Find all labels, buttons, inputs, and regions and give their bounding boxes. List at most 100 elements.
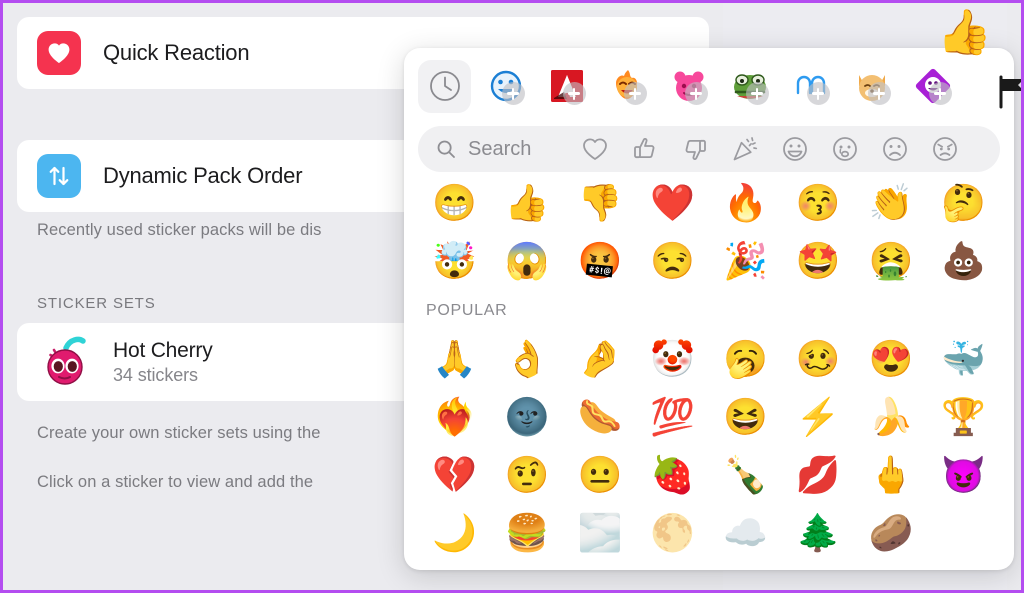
- pack-tab-recents[interactable]: [418, 59, 471, 113]
- popular-emoji-grid[interactable]: 🙏 👌 🤌 🤡 🥱 🥴 😍 🐳 ❤️‍🔥 🌚 🌭 💯 😆 ⚡ 🍌 🏆 💔 🤨 😐 🍓 🍾 💋 🖕 😈 🌙 🍔 🌫️ 🌕 ☁️ 🌲 🥔: [404, 330, 1014, 562]
- search-input[interactable]: [468, 137, 570, 161]
- create-sticker-sets-hint: Create your own sticker sets using the: [37, 424, 321, 442]
- emoji-cell[interactable]: 🤔: [927, 174, 1000, 232]
- recent-emoji-grid[interactable]: 😁 👍 👎 ❤️ 🔥 😚 👏 🤔 🤯 😱 🤬 😒 🎉 🤩 🤮 💩: [404, 174, 1014, 290]
- emoji-cell[interactable]: 🖕: [855, 446, 928, 504]
- emoji-cell[interactable]: 🌚: [491, 388, 564, 446]
- emoji-cell[interactable]: 🙏: [418, 330, 491, 388]
- blue-arch-pack-icon: [791, 66, 831, 106]
- emoji-cell[interactable]: ☁️: [709, 504, 782, 562]
- emoji-picker-popover: 😁👍👎❤️🔥😚👏🤔 🤯😱🤬😒🎉🤩🤮💩 POPULAR 🙏👌🤌🤡🥱🥴😍🐳 ❤️‍🔥🌚🌭…: [404, 48, 1014, 570]
- quick-reaction-grinning-outline-icon[interactable]: [770, 129, 820, 169]
- pack-tab-fire-face[interactable]: [601, 60, 654, 113]
- quick-reaction-thumbs-up-outline-icon[interactable]: [620, 129, 670, 169]
- pink-bear-pack-icon: [669, 66, 709, 106]
- section-title-sticker-sets: STICKER SETS: [37, 295, 156, 312]
- emoji-cell[interactable]: 🌲: [782, 504, 855, 562]
- emoji-cell[interactable]: 🤡: [636, 330, 709, 388]
- purple-diamond-pack-icon: [913, 66, 953, 106]
- flag-icon: [999, 75, 1021, 115]
- add-pack-badge[interactable]: [501, 82, 525, 105]
- emoji-cell[interactable]: 🍓: [636, 446, 709, 504]
- emoji-cell[interactable]: 😐: [564, 446, 637, 504]
- green-frog-pack-icon: [730, 66, 770, 106]
- click-sticker-hint: Click on a sticker to view and add the: [37, 473, 314, 491]
- add-pack-badge[interactable]: [684, 82, 708, 105]
- emoji-cell[interactable]: ❤️: [636, 174, 709, 232]
- sort-arrows-icon: [37, 154, 81, 198]
- pack-tab-purple-diamond[interactable]: [906, 60, 959, 113]
- quick-reaction-frowning-outline-icon[interactable]: [870, 129, 920, 169]
- emoji-cell[interactable]: 😁: [418, 174, 491, 232]
- emoji-cell[interactable]: 👌: [491, 330, 564, 388]
- emoji-cell[interactable]: 🤯: [418, 232, 491, 290]
- pack-tab-shiba[interactable]: [845, 60, 898, 113]
- emoji-cell[interactable]: 🐳: [927, 330, 1000, 388]
- emoji-section-header-popular: POPULAR: [426, 302, 508, 319]
- add-pack-badge[interactable]: [562, 82, 586, 105]
- emoji-cell[interactable]: 🌫️: [564, 504, 637, 562]
- emoji-cell[interactable]: 🏆: [927, 388, 1000, 446]
- quick-reaction-angry-outline-icon[interactable]: [920, 129, 970, 169]
- pack-tab-pink-bear[interactable]: [662, 60, 715, 113]
- emoji-cell[interactable]: ❤️‍🔥: [418, 388, 491, 446]
- emoji-cell[interactable]: ⚡: [782, 388, 855, 446]
- emoji-cell[interactable]: 🍌: [855, 388, 928, 446]
- emoji-cell[interactable]: 🎉: [709, 232, 782, 290]
- cherry-sticker-icon: [37, 333, 95, 391]
- emoji-cell[interactable]: 😆: [709, 388, 782, 446]
- setting-label-dynamic-pack-order: Dynamic Pack Order: [103, 163, 303, 188]
- setting-label-quick-reaction: Quick Reaction: [103, 40, 250, 65]
- emoji-cell[interactable]: 😒: [636, 232, 709, 290]
- emoji-cell[interactable]: 🥱: [709, 330, 782, 388]
- emoji-cell[interactable]: 💯: [636, 388, 709, 446]
- emoji-cell[interactable]: 🤬: [564, 232, 637, 290]
- sticker-set-count: 34 stickers: [113, 364, 198, 385]
- sticker-pack-tab-bar[interactable]: [404, 48, 1014, 124]
- emoji-cell[interactable]: 🌕: [636, 504, 709, 562]
- add-pack-badge[interactable]: [867, 82, 891, 105]
- emoji-cell[interactable]: 🌙: [418, 504, 491, 562]
- emoji-cell[interactable]: 🥴: [782, 330, 855, 388]
- dynamic-pack-order-hint: Recently used sticker packs will be dis: [37, 221, 322, 239]
- add-pack-badge[interactable]: [928, 82, 952, 105]
- emoji-scroll-area[interactable]: 😁 👍 👎 ❤️ 🔥 😚 👏 🤔 🤯 😱 🤬 😒 🎉 🤩 🤮 💩 POPULAR 🙏 👌 🤌 🤡 🥱 🥴 😍 🐳 ❤️‍🔥 🌚 🌭…: [404, 174, 1014, 570]
- emoji-cell[interactable]: 🔥: [709, 174, 782, 232]
- add-pack-badge[interactable]: [623, 82, 647, 105]
- emoji-cell[interactable]: 🍾: [709, 446, 782, 504]
- add-pack-badge[interactable]: [806, 82, 830, 105]
- emoji-cell[interactable]: 👏: [855, 174, 928, 232]
- emoji-cell[interactable]: 🤩: [782, 232, 855, 290]
- emoji-cell[interactable]: 🥔: [855, 504, 928, 562]
- emoji-cell[interactable]: 💋: [782, 446, 855, 504]
- emoji-cell[interactable]: 🌭: [564, 388, 637, 446]
- pack-tab-blue-smile[interactable]: [479, 60, 532, 113]
- emoji-cell[interactable]: 😈: [927, 446, 1000, 504]
- add-pack-badge[interactable]: [745, 82, 769, 105]
- quick-reaction-crying-outline-icon[interactable]: [820, 129, 870, 169]
- quick-reaction-heart-outline-icon[interactable]: [570, 129, 620, 169]
- emoji-cell[interactable]: 😱: [491, 232, 564, 290]
- emoji-cell[interactable]: 😍: [855, 330, 928, 388]
- emoji-cell[interactable]: 🤮: [855, 232, 928, 290]
- emoji-cell[interactable]: 👎: [564, 174, 637, 232]
- emoji-cell[interactable]: 🍔: [491, 504, 564, 562]
- blue-smiley-pack-icon: [486, 66, 526, 106]
- stray-thumbs-up-icon: 👍: [937, 8, 992, 57]
- emoji-cell[interactable]: 💩: [927, 232, 1000, 290]
- emoji-cell[interactable]: 👍: [491, 174, 564, 232]
- emoji-cell[interactable]: 🤌: [564, 330, 637, 388]
- emoji-scrollbar[interactable]: [1007, 306, 1011, 456]
- quick-reaction-party-popper-outline-icon[interactable]: [720, 129, 770, 169]
- emoji-cell[interactable]: 🤨: [491, 446, 564, 504]
- emoji-cell[interactable]: 💔: [418, 446, 491, 504]
- app-window: Quick Reaction Dynamic Pack Order Recent…: [0, 0, 1024, 593]
- emoji-search-bar[interactable]: [418, 126, 1000, 172]
- quick-reaction-thumbs-down-outline-icon[interactable]: [670, 129, 720, 169]
- search-icon: [436, 139, 456, 159]
- pack-tab-green-frog[interactable]: [723, 60, 776, 113]
- pack-tab-red-a[interactable]: [540, 60, 593, 113]
- shiba-pack-icon: [852, 66, 892, 106]
- emoji-cell[interactable]: 😚: [782, 174, 855, 232]
- pack-tab-blue-arch[interactable]: [784, 60, 837, 113]
